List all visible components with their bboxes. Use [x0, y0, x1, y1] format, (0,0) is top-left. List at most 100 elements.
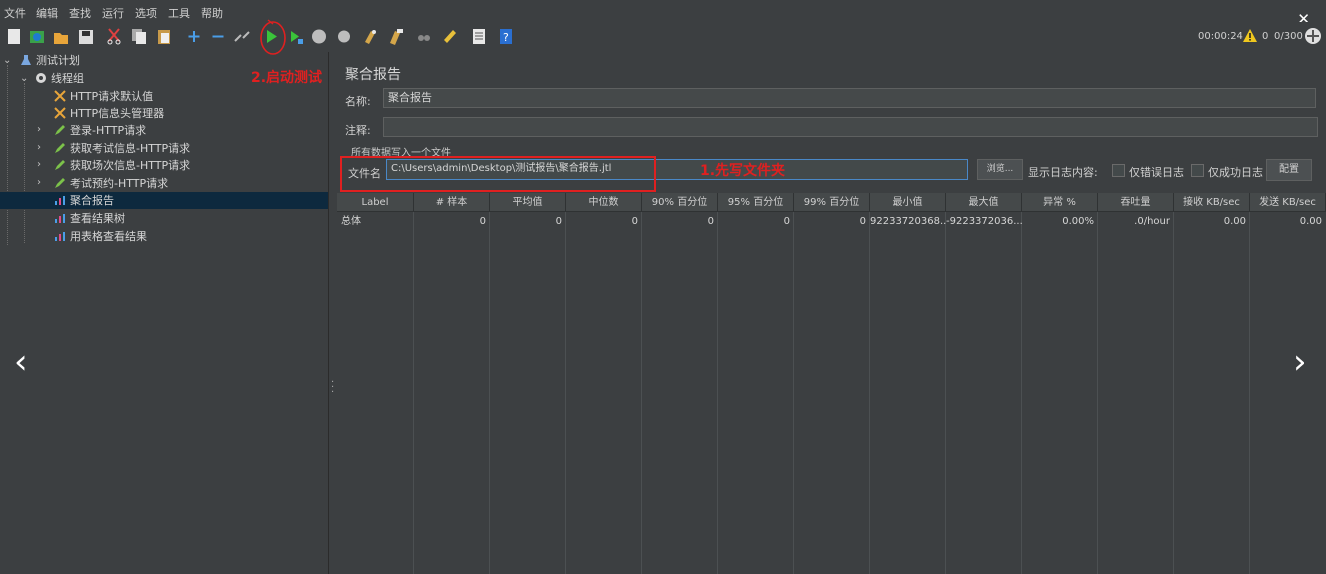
clear-icon[interactable] [362, 28, 378, 45]
column-divider [869, 212, 870, 574]
clear-all-icon[interactable] [388, 28, 404, 45]
comment-label: 注释: [345, 124, 371, 137]
splitter-handle[interactable]: · · · [331, 378, 334, 398]
shutdown-icon[interactable] [336, 28, 352, 45]
menu-tools[interactable]: 工具 [168, 5, 190, 21]
tree-node-results-tree[interactable]: 查看结果树 [54, 210, 125, 227]
column-divider [641, 212, 642, 574]
chevron-down-icon[interactable]: ⌄ [20, 73, 28, 84]
next-arrow-icon[interactable]: › [1293, 345, 1307, 379]
new-icon[interactable] [6, 28, 22, 45]
paste-icon[interactable] [156, 28, 172, 45]
remote-engine-icon[interactable] [1304, 27, 1322, 45]
column-header-received[interactable]: 接收 KB/sec [1174, 193, 1250, 212]
table-cell: 92233720368... [870, 216, 946, 227]
search-icon[interactable] [416, 28, 432, 45]
menu-bar: 文件 编辑 查找 运行 选项 工具 帮助 [0, 0, 1326, 22]
column-header-p90[interactable]: 90% 百分位 [642, 193, 718, 212]
highlight-circle-start [260, 19, 286, 55]
previous-arrow-icon[interactable]: ‹ [14, 345, 28, 379]
gear-icon [36, 73, 46, 83]
open-icon[interactable] [53, 28, 69, 45]
column-header-samples[interactable]: # 样本 [414, 193, 490, 212]
column-header-error[interactable]: 异常 % [1022, 193, 1098, 212]
column-divider [1021, 212, 1022, 574]
configure-button[interactable]: 配置 [1266, 159, 1312, 181]
chevron-right-icon[interactable]: › [37, 142, 41, 153]
annotation-fill-file: 1.先写文件夹 [700, 163, 786, 179]
errors-only-label: 仅错误日志 [1129, 166, 1184, 179]
wrench-icon [54, 90, 66, 102]
table-cell: 0.00% [1062, 216, 1094, 227]
menu-help[interactable]: 帮助 [201, 5, 223, 21]
flask-icon [21, 55, 31, 65]
tree-node-test-plan[interactable]: 测试计划 [20, 52, 80, 69]
column-header-average[interactable]: 平均值 [490, 193, 566, 212]
tree-node-login-request[interactable]: 登录-HTTP请求 [54, 122, 146, 139]
table-cell: 总体 [341, 216, 361, 227]
chevron-down-icon[interactable]: ⌄ [3, 55, 11, 66]
tree-node-thread-group[interactable]: 线程组 [35, 70, 84, 87]
expand-icon[interactable] [186, 28, 202, 45]
menu-run[interactable]: 运行 [102, 5, 124, 21]
stop-icon[interactable] [311, 28, 327, 45]
test-plan-tree: ⌄ 测试计划 ⌄ 线程组 HTTP请求默认值 HTTP信息头管理器 › 登录-H… [0, 52, 329, 574]
help-icon[interactable]: ? [498, 28, 514, 45]
table-cell: 0.00 [1223, 216, 1246, 227]
chevron-right-icon[interactable]: › [37, 177, 41, 188]
tree-node-exam-booking-request[interactable]: 考试预约-HTTP请求 [54, 175, 168, 192]
tree-node-exam-info-request[interactable]: 获取考试信息-HTTP请求 [54, 140, 190, 157]
start-no-pause-icon[interactable] [288, 28, 304, 45]
comment-field[interactable] [383, 117, 1318, 137]
table-cell: .0/hour [1134, 216, 1170, 227]
warning-icon[interactable] [1242, 28, 1258, 43]
chevron-right-icon[interactable]: › [37, 159, 41, 170]
menu-edit[interactable]: 编辑 [36, 5, 58, 21]
reset-search-icon[interactable] [442, 28, 458, 45]
table-cell: 0.00 [1299, 216, 1322, 227]
menu-file[interactable]: 文件 [4, 5, 26, 21]
column-divider [565, 212, 566, 574]
menu-search[interactable]: 查找 [69, 5, 91, 21]
copy-icon[interactable] [131, 28, 147, 45]
chart-icon [55, 196, 65, 205]
toggle-icon[interactable] [234, 28, 250, 45]
browse-button[interactable]: 浏览... [977, 159, 1023, 180]
tree-node-header-manager[interactable]: HTTP信息头管理器 [54, 105, 164, 122]
success-only-label: 仅成功日志 [1208, 166, 1263, 179]
tree-node-http-defaults[interactable]: HTTP请求默认值 [54, 88, 153, 105]
column-divider [945, 212, 946, 574]
column-header-throughput[interactable]: 吞吐量 [1098, 193, 1174, 212]
chevron-right-icon[interactable]: › [37, 124, 41, 135]
tree-node-results-table[interactable]: 用表格查看结果 [54, 228, 147, 245]
tree-guide-line [7, 65, 8, 245]
chart-icon [55, 214, 65, 223]
annotation-start-test: 2.启动测试 [251, 70, 323, 86]
name-label: 名称: [345, 95, 371, 108]
tree-node-session-info-request[interactable]: 获取场次信息-HTTP请求 [54, 157, 190, 174]
highlight-box-filename [340, 156, 656, 192]
errors-only-checkbox[interactable] [1112, 164, 1125, 177]
column-header-max[interactable]: 最大值 [946, 193, 1022, 212]
column-divider [1173, 212, 1174, 574]
column-divider [793, 212, 794, 574]
templates-icon[interactable] [29, 28, 45, 45]
success-only-checkbox[interactable] [1191, 164, 1204, 177]
collapse-icon[interactable] [210, 28, 226, 45]
menu-options[interactable]: 选项 [135, 5, 157, 21]
pen-icon [55, 178, 65, 188]
cut-icon[interactable] [106, 28, 122, 45]
function-helper-icon[interactable] [471, 28, 487, 45]
warning-count: 0 [1262, 31, 1269, 42]
column-header-label[interactable]: Label [337, 193, 414, 212]
column-header-p99[interactable]: 99% 百分位 [794, 193, 870, 212]
name-field[interactable]: 聚合报告 [383, 88, 1316, 108]
column-header-p95[interactable]: 95% 百分位 [718, 193, 794, 212]
wrench-icon [54, 107, 66, 119]
column-header-min[interactable]: 最小值 [870, 193, 946, 212]
column-header-sent[interactable]: 发送 KB/sec [1250, 193, 1326, 212]
save-icon[interactable] [78, 28, 94, 45]
tree-node-aggregate-report[interactable]: 聚合报告 [0, 192, 328, 209]
column-header-median[interactable]: 中位数 [566, 193, 642, 212]
table-cell: 0 [783, 216, 790, 227]
